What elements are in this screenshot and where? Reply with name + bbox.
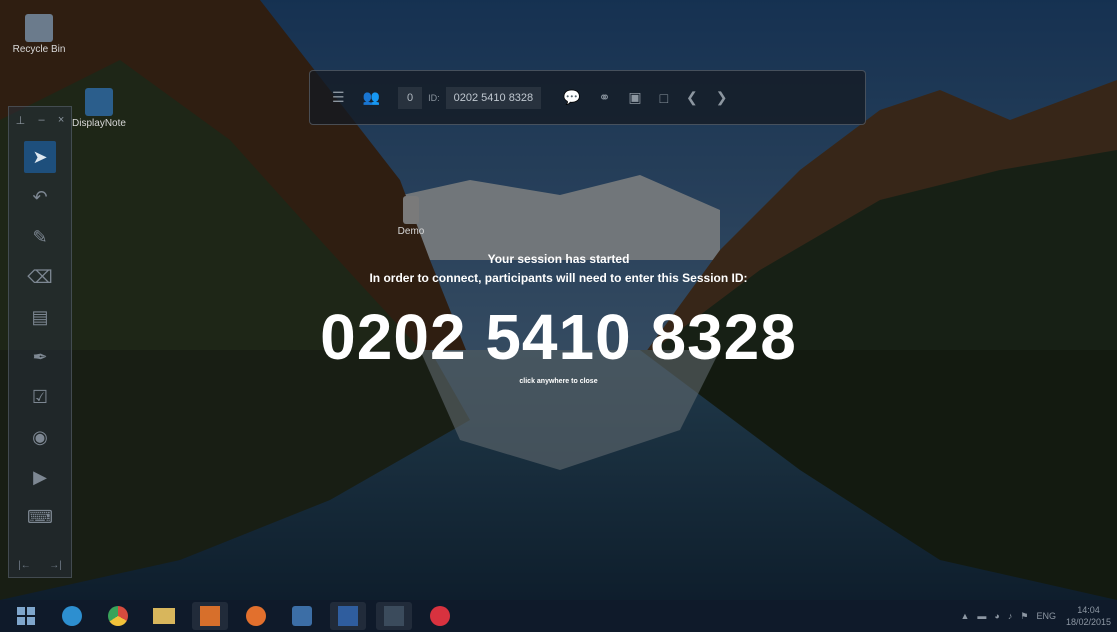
keyboard-icon[interactable]: ⌨ [24,501,56,533]
pointer-icon[interactable]: ➤ [24,141,56,173]
start-button[interactable] [8,602,44,630]
session-id-field: 0202 5410 8328 [445,86,542,109]
displaynote-taskbar-icon[interactable] [376,602,412,630]
taskbar: ▲ ▬ ◕ ♪ ⚑ ENG 14:04 18/02/2015 [0,600,1117,632]
panel-footer: |← →| [9,560,71,571]
clock[interactable]: 14:04 18/02/2015 [1066,604,1111,628]
desktop-icon-label: DisplayNote [72,118,126,129]
participant-count: 0 [398,86,423,109]
minimize-icon[interactable]: – [39,114,45,126]
session-instructions: In order to connect, participants will n… [369,271,748,285]
lb-app-icon[interactable] [284,602,320,630]
tray-expand-icon[interactable]: ▲ [961,611,970,621]
close-icon[interactable]: × [58,114,64,126]
volume-icon[interactable]: ♪ [1008,611,1013,621]
desktop-icon-label: Demo [397,226,425,237]
capture-icon[interactable]: ▣ [628,89,641,106]
close-hint[interactable]: click anywhere to close [0,378,1117,385]
language-indicator[interactable]: ENG [1036,611,1056,621]
next-icon[interactable]: ❯ [716,89,728,106]
flag-icon[interactable]: ⚑ [1020,611,1028,622]
session-id-display: 0202 5410 8328 [320,301,797,373]
file-explorer-icon[interactable] [146,602,182,630]
skype-icon[interactable] [54,602,90,630]
battery-icon[interactable]: ▬ [977,611,986,621]
session-toolbar: ☰ 👥 0 ID: 0202 5410 8328 💬 ⚭ ▣ □ ❮ ❯ [309,70,866,125]
displaynote-icon [85,88,113,116]
undo-icon[interactable]: ↶ [24,181,56,213]
participants-icon[interactable]: 👥 [363,89,380,106]
chat-icon[interactable]: 💬 [563,89,580,106]
word-icon[interactable] [330,602,366,630]
desktop-icon-recycle-bin[interactable]: Recycle Bin [4,14,74,55]
pin-icon[interactable]: ⊥ [16,114,26,127]
itunes-icon[interactable] [422,602,458,630]
recycle-bin-icon [25,14,53,42]
session-started-title: Your session has started [487,252,630,266]
camera-icon[interactable]: ◉ [24,421,56,453]
pen-icon[interactable]: ✎ [24,221,56,253]
panel-header: ⊥ – × [9,107,71,133]
firefox-icon[interactable] [238,602,274,630]
collapse-left-icon[interactable]: |← [18,560,31,571]
network-icon[interactable]: ◕ [994,611,999,621]
mixer-icon[interactable]: ☰ [332,89,345,106]
collapse-right-icon[interactable]: →| [49,560,62,571]
mic-icon[interactable]: ⚭ [599,89,611,106]
id-label: ID: [428,92,440,103]
chrome-icon[interactable] [100,602,136,630]
file-icon [403,196,419,224]
desktop-icon-demo[interactable]: Demo [376,196,446,237]
outlook-icon[interactable] [192,602,228,630]
system-tray: ▲ ▬ ◕ ♪ ⚑ ENG 14:04 18/02/2015 [961,600,1112,632]
windows-icon [17,607,35,625]
window-icon[interactable]: □ [660,90,668,106]
clock-time: 14:04 [1077,605,1100,615]
edit-icon[interactable]: ☑ [24,381,56,413]
video-icon[interactable]: ▶ [24,461,56,493]
prev-icon[interactable]: ❮ [686,89,698,106]
desktop-icon-displaynote[interactable]: DisplayNote [64,88,134,129]
desktop-icon-label: Recycle Bin [12,44,66,55]
clock-date: 18/02/2015 [1065,617,1111,627]
